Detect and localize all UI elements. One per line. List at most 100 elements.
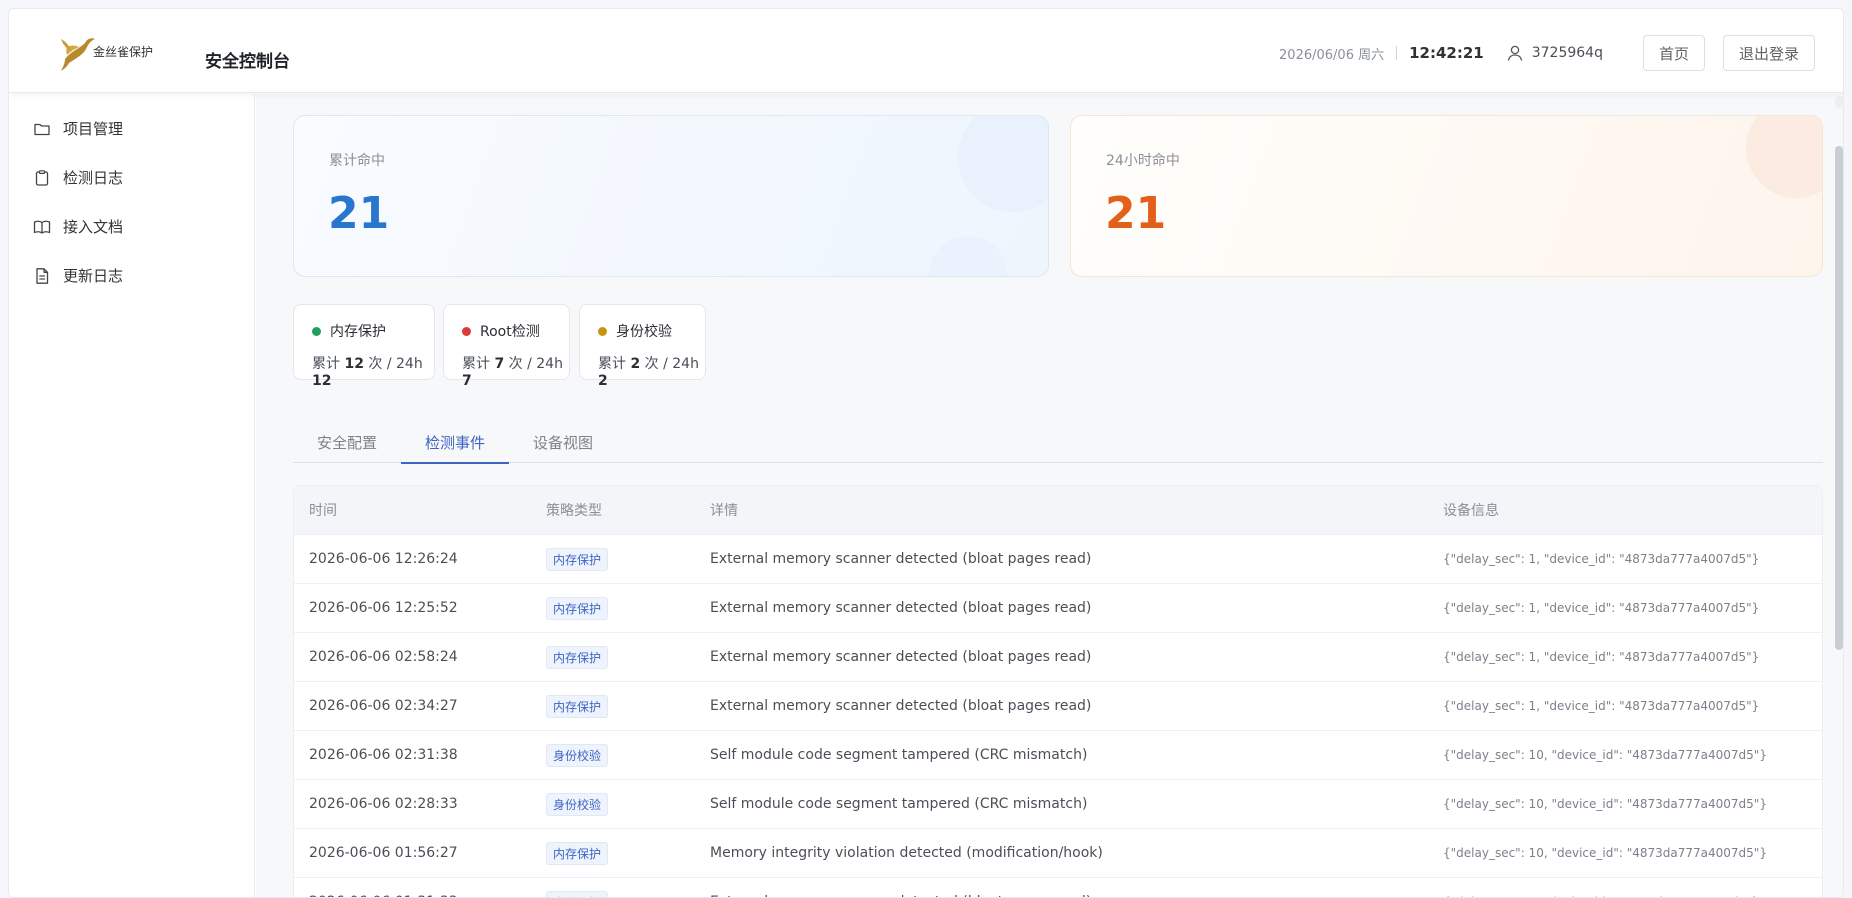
status-dot	[462, 326, 471, 336]
category-card-identity[interactable]: 身份校验 累计 2 次 / 24h 2	[579, 304, 706, 389]
cell-time: 2026-06-06 02:58:24	[309, 649, 458, 665]
sidebar-item-label: 项目管理	[63, 120, 124, 138]
cell-time: 2026-06-06 02:34:27	[309, 698, 458, 714]
table-row[interactable]: 2026-06-06 02:28:33 身份校验 Self module code …	[294, 779, 1822, 828]
main-content: 累计命中 21 24小时命中 21 内存保护 累计 12 次 / 24h 12 …	[256, 94, 1843, 897]
column-header-time: 时间	[309, 503, 337, 519]
sidebar-item-label: 更新日志	[63, 267, 124, 285]
book-icon	[33, 220, 51, 234]
table-row[interactable]: 2026-06-06 02:58:24 内存保护 External memory s…	[294, 632, 1822, 681]
scrollbar-thumb[interactable]	[1835, 146, 1843, 650]
total-hits-value: 21	[328, 188, 390, 239]
cell-detail: Self module code segment tampered (CRC m…	[710, 747, 1088, 763]
app-window: 金丝雀保护 安全控制台 2026/06/06 周六 12:42:21 37259…	[8, 8, 1844, 898]
total-hits-card: 累计命中 21	[293, 115, 1049, 277]
cell-device: {"delay_sec": 1, "device_id": "4873da777…	[1443, 552, 1760, 566]
policy-tag: 内存保护	[546, 547, 609, 571]
sidebar-item-label: 检测日志	[63, 169, 124, 187]
policy-tag: 身份校验	[546, 792, 609, 816]
last24h-hits-label: 24小时命中	[1106, 153, 1180, 169]
sidebar: 项目管理 检测日志 接入文档 更新日志	[9, 94, 255, 897]
category-card-root[interactable]: Root检测 累计 7 次 / 24h 7	[443, 304, 570, 389]
tab-detection-events[interactable]: 检测事件	[401, 421, 510, 464]
username[interactable]: 3725964q	[1532, 45, 1603, 61]
table-row[interactable]: 2026-06-06 01:31:33内存保护 External memory s…	[294, 877, 1822, 897]
column-header-device: 设备信息	[1443, 503, 1499, 519]
sidebar-item-label: 接入文档	[63, 218, 124, 236]
events-table: 时间 策略类型 详情 设备信息 2026-06-06 12:26:24 内存保护 E…	[293, 485, 1823, 897]
cell-policy: 内存保护	[546, 890, 710, 897]
cell-policy: 内存保护	[546, 694, 710, 718]
category-name: 身份校验	[616, 324, 672, 340]
category-card-memory[interactable]: 内存保护 累计 12 次 / 24h 12	[293, 304, 435, 389]
category-counts: 累计 2 次 / 24h 2	[598, 356, 699, 389]
cell-device: {"delay_sec": 10, "device_id": "4873da77…	[1443, 797, 1767, 811]
cell-detail: External memory scanner detected (bloat …	[710, 600, 1092, 616]
category-name: Root检测	[480, 324, 540, 340]
sidebar-item-changelog[interactable]: 更新日志	[9, 251, 254, 300]
decor-bubble	[958, 116, 1048, 212]
last24h-hits-card: 24小时命中 21	[1070, 115, 1823, 277]
cell-policy: 身份校验	[546, 743, 710, 767]
tab-device-view[interactable]: 设备视图	[509, 421, 617, 463]
cell-time: 2026-06-06 01:31:33	[294, 894, 546, 897]
cell-device: {"delay_sec": 1, "device_id": "4873da777…	[1443, 699, 1760, 713]
table-row[interactable]: 2026-06-06 12:25:52 内存保护 External memory s…	[294, 583, 1822, 632]
status-dot	[598, 326, 607, 336]
last24h-hits-value: 21	[1105, 188, 1167, 239]
cell-time: 2026-06-06 01:56:27	[309, 845, 458, 861]
policy-tag: 内存保护	[546, 841, 609, 865]
table-body: 2026-06-06 12:26:24 内存保护 External memory s…	[294, 534, 1822, 897]
cell-policy: 内存保护	[546, 841, 710, 865]
file-text-icon	[36, 267, 49, 284]
home-button[interactable]: 首页	[1642, 35, 1705, 71]
cell-policy: 身份校验	[546, 792, 710, 816]
cell-detail: Memory integrity violation detected (mod…	[710, 845, 1103, 861]
table-row[interactable]: 2026-06-06 01:56:27 内存保护 Memory integrity …	[294, 828, 1822, 877]
table-header: 时间 策略类型 详情 设备信息	[294, 486, 1822, 534]
logout-button[interactable]: 退出登录	[1722, 35, 1815, 71]
cell-detail: External memory scanner detected (bloat …	[710, 894, 1443, 897]
sidebar-item-detection-log[interactable]: 检测日志	[9, 153, 254, 202]
policy-tag: 身份校验	[546, 743, 609, 767]
tab-security-config[interactable]: 安全配置	[293, 421, 401, 463]
cell-policy: 内存保护	[546, 645, 710, 669]
column-header-detail: 详情	[710, 503, 738, 519]
cell-device: {"delay_sec": 10, "device_id": "4873da77…	[1443, 748, 1767, 762]
decor-bubble	[1746, 116, 1822, 198]
cell-detail: External memory scanner detected (bloat …	[710, 649, 1092, 665]
header-right: 2026/06/06 周六 12:42:21 3725964q 首页 退出登录	[1279, 35, 1815, 71]
current-date: 2026/06/06 周六	[1279, 47, 1385, 63]
column-header-policy: 策略类型	[546, 503, 602, 519]
cell-time: 2026-06-06 12:25:52	[309, 600, 458, 616]
table-row[interactable]: 2026-06-06 12:26:24 内存保护 External memory s…	[294, 534, 1822, 583]
scrollbar[interactable]	[1833, 94, 1843, 897]
logo[interactable]: 金丝雀保护	[57, 29, 167, 73]
cell-policy: 内存保护	[546, 596, 710, 620]
policy-tag: 内存保护	[546, 645, 609, 669]
category-counts: 累计 7 次 / 24h 7	[462, 356, 563, 389]
sidebar-item-projects[interactable]: 项目管理	[9, 104, 254, 153]
cell-device: {"delay_sec": 10, "device_id": "4873da77…	[1443, 846, 1767, 860]
cell-time: 2026-06-06 02:28:33	[309, 796, 458, 812]
table-row[interactable]: 2026-06-06 02:34:27 内存保护 External memory s…	[294, 681, 1822, 730]
policy-tag: 内存保护	[546, 694, 609, 718]
total-hits-label: 累计命中	[329, 153, 385, 169]
sidebar-item-docs[interactable]: 接入文档	[9, 202, 254, 251]
category-name: 内存保护	[330, 324, 386, 340]
policy-tag: 内存保护	[546, 890, 609, 897]
tab-bar: 安全配置 检测事件 设备视图	[293, 421, 1823, 464]
table-row[interactable]: 2026-06-06 02:31:38 身份校验 Self module code …	[294, 730, 1822, 779]
cell-device: {"delay_sec": 1, "device_id": "4873da777…	[1443, 601, 1760, 615]
divider	[1396, 46, 1398, 60]
page-title: 安全控制台	[205, 52, 290, 72]
top-header: 金丝雀保护 安全控制台 2026/06/06 周六 12:42:21 37259…	[9, 9, 1843, 93]
cell-device: {"delay_sec": 1, "device_id": "4873da777…	[1443, 650, 1760, 664]
scrollbar-cap	[1835, 96, 1843, 108]
status-dot	[312, 326, 321, 336]
cell-detail: External memory scanner detected (bloat …	[710, 698, 1092, 714]
clipboard-icon	[35, 169, 49, 186]
folder-icon	[34, 123, 50, 135]
user-icon	[1507, 45, 1522, 61]
bird-logo-icon	[61, 38, 95, 71]
